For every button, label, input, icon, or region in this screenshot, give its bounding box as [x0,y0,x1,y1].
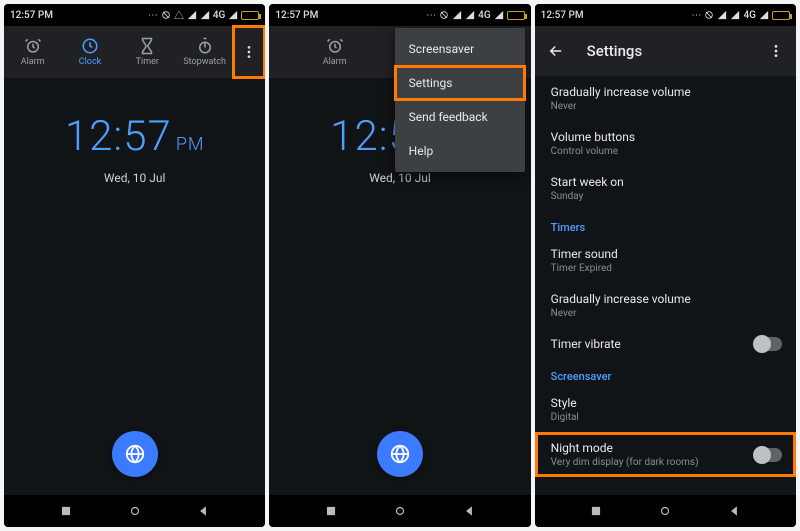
setting-style[interactable]: Style Digital [535,387,796,432]
tab-timer[interactable]: Timer [119,37,176,67]
more-menu-button[interactable] [233,26,265,78]
phone-screenshot-2: 12:57 PM ⋯ 4G Alarm Clock 12:57 PM Wed, … [269,4,530,527]
status-icons: ⋯ 4G [691,10,790,21]
status-icons: ⋯ 4G [148,10,260,21]
back-arrow-icon[interactable] [547,42,565,60]
menu-screensaver[interactable]: Screensaver [395,32,525,66]
status-bar: 12:57 PM ⋯ 4G [4,4,265,26]
menu-help[interactable]: Help [395,134,525,168]
status-bar: 12:57 PM ⋯ 4G [269,4,530,26]
globe-icon [124,443,146,465]
tab-alarm[interactable]: Alarm [4,37,61,67]
setting-timer-vibrate[interactable]: Timer vibrate [535,328,796,360]
back-icon[interactable] [727,504,741,518]
clock-date: Wed, 10 Jul [104,171,166,185]
back-icon[interactable] [462,504,476,518]
more-vert-icon [241,44,257,60]
more-vert-icon[interactable] [768,43,784,59]
status-icons: ⋯ 4G [426,10,525,21]
world-clock-fab[interactable] [112,431,158,477]
menu-settings[interactable]: Settings [395,66,525,100]
clock-body: 12:57 PM Wed, 10 Jul [4,78,265,495]
status-time: 12:57 PM [275,10,318,21]
android-navbar [535,495,796,527]
section-screensaver: Screensaver [535,360,796,387]
status-time: 12:57 PM [541,10,584,21]
globe-icon [389,443,411,465]
clock-date: Wed, 10 Jul [369,171,431,185]
menu-send-feedback[interactable]: Send feedback [395,100,525,134]
android-navbar [269,495,530,527]
setting-volume-buttons[interactable]: Volume buttons Control volume [535,121,796,166]
digital-clock: 12:57 PM [65,112,205,161]
settings-list[interactable]: Gradually increase volume Never Volume b… [535,76,796,495]
tab-clock[interactable]: Clock [61,37,118,67]
settings-header: Settings [535,26,796,76]
timer-vibrate-toggle[interactable] [754,337,782,351]
overflow-menu: Screensaver Settings Send feedback Help [395,28,525,172]
home-icon[interactable] [393,504,407,518]
recent-apps-icon[interactable] [589,504,603,518]
recent-apps-icon[interactable] [59,504,73,518]
night-mode-toggle[interactable] [754,448,782,462]
back-icon[interactable] [196,504,210,518]
clock-tabbar: Alarm Clock Timer Stopwatch [4,26,265,78]
tab-alarm[interactable]: Alarm [269,37,400,67]
home-icon[interactable] [128,504,142,518]
setting-night-mode[interactable]: Night mode Very dim display (for dark ro… [535,432,796,477]
status-time: 12:57 PM [10,10,53,21]
world-clock-fab[interactable] [377,431,423,477]
setting-timer-sound[interactable]: Timer sound Timer Expired [535,238,796,283]
setting-gradual-volume-2[interactable]: Gradually increase volume Never [535,283,796,328]
android-navbar [4,495,265,527]
section-timers: Timers [535,211,796,238]
status-bar: 12:57 PM ⋯ 4G [535,4,796,26]
setting-gradual-volume[interactable]: Gradually increase volume Never [535,76,796,121]
phone-screenshot-3: 12:57 PM ⋯ 4G Settings Gradually increas… [535,4,796,527]
settings-title: Settings [587,42,643,60]
setting-start-week-on[interactable]: Start week on Sunday [535,166,796,211]
phone-screenshot-1: 12:57 PM ⋯ 4G Alarm Clock Timer Stopwatc… [4,4,265,527]
home-icon[interactable] [658,504,672,518]
tab-stopwatch[interactable]: Stopwatch [176,37,233,67]
recent-apps-icon[interactable] [324,504,338,518]
